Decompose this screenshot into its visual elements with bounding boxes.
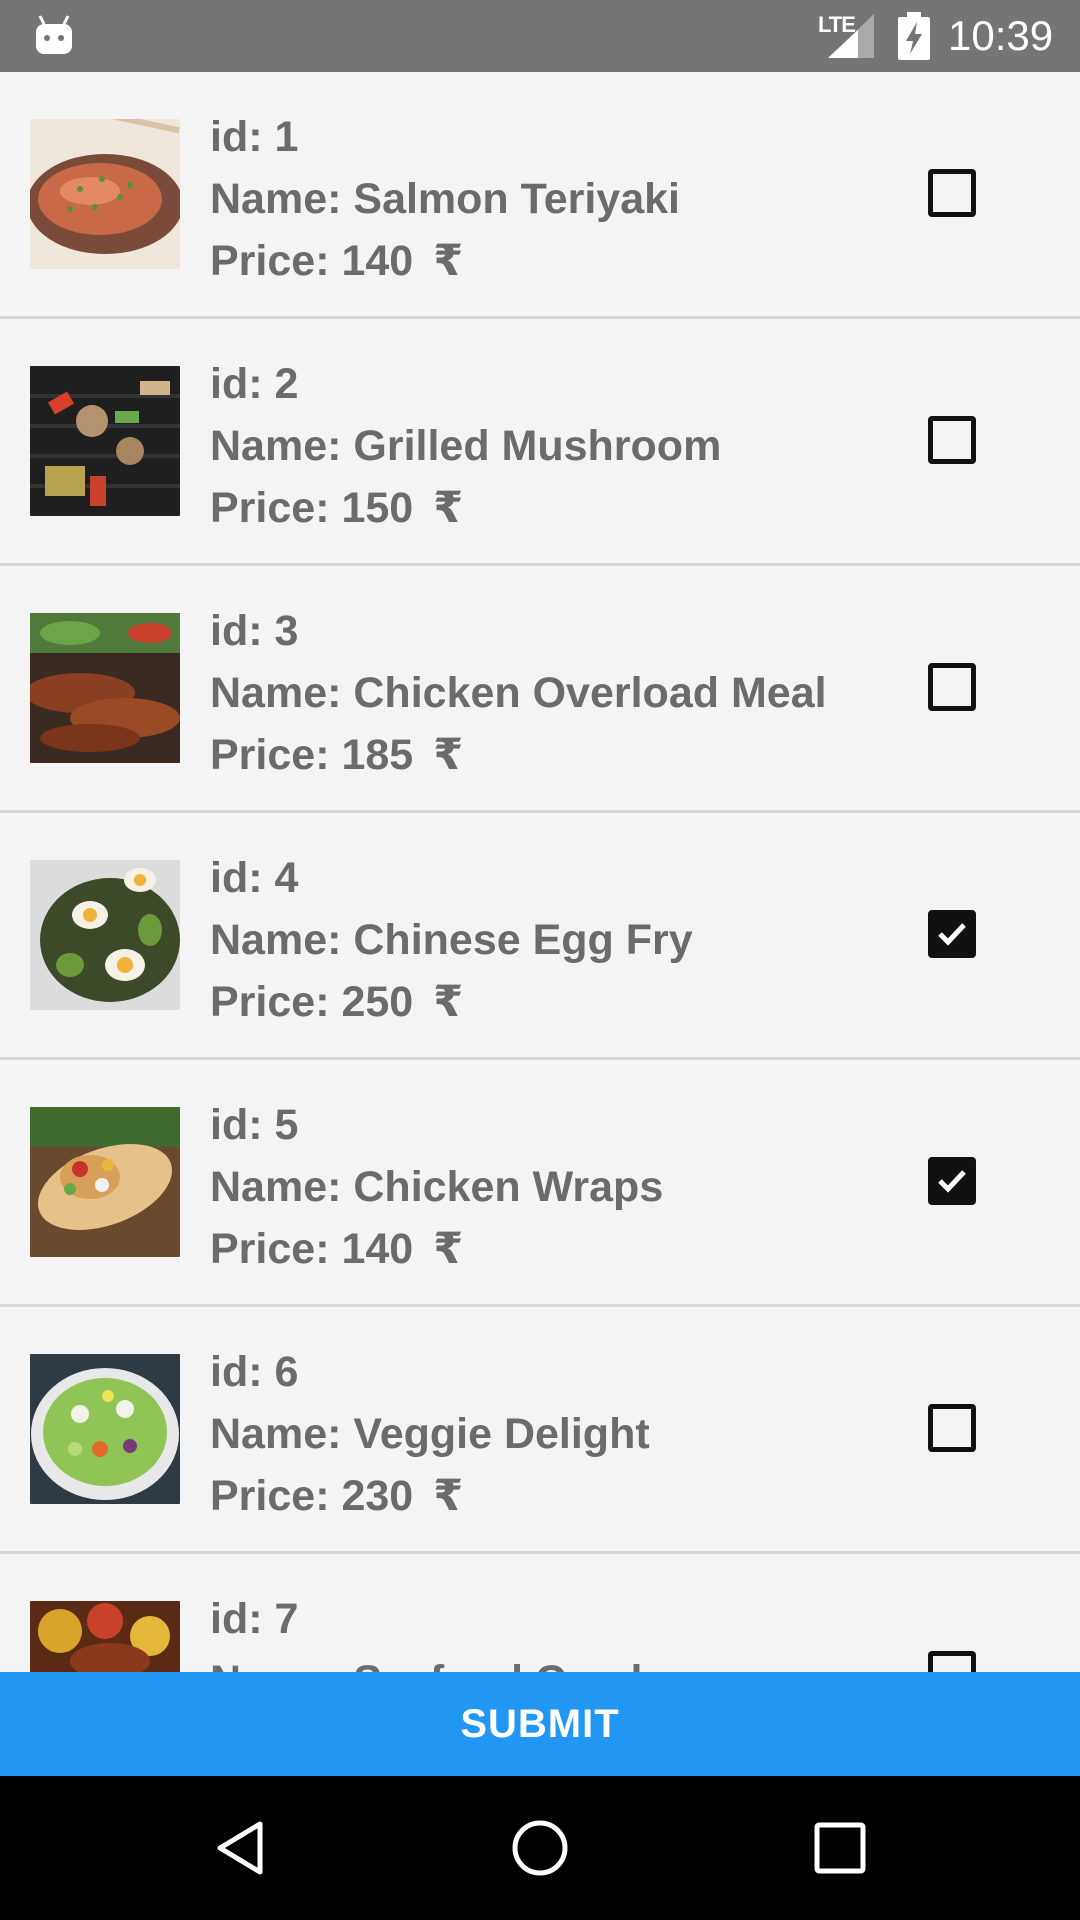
list-item[interactable]: id: 2 Name: Grilled Mushroom Price: 150 ₹: [0, 319, 1080, 566]
item-name: Name: Chicken Wraps: [210, 1163, 664, 1211]
item-price: Price: 140: [210, 237, 414, 285]
rupee-symbol: ₹: [433, 1472, 464, 1520]
item-price: Price: 230: [210, 1472, 414, 1520]
seafood-image: [30, 1601, 180, 1672]
item-checkbox[interactable]: [928, 169, 976, 217]
item-id: id: 4: [210, 854, 299, 902]
item-checkbox[interactable]: [928, 416, 976, 464]
submit-button[interactable]: SUBMIT: [0, 1672, 1080, 1776]
item-checkbox[interactable]: [928, 663, 976, 711]
list-item[interactable]: id: 7 Name: Seafood Combo: [0, 1554, 1080, 1672]
item-id: id: 6: [210, 1348, 299, 1396]
item-price-row: Price: 230 ₹: [210, 1465, 650, 1527]
recents-icon[interactable]: [810, 1818, 870, 1878]
rupee-symbol: ₹: [433, 237, 464, 285]
item-price: Price: 140: [210, 1225, 414, 1273]
item-name: Name: Salmon Teriyaki: [210, 175, 680, 223]
item-name: Name: Veggie Delight: [210, 1410, 650, 1458]
salad-image: [30, 1354, 180, 1504]
rupee-symbol: ₹: [433, 731, 464, 779]
item-id: id: 1: [210, 113, 299, 161]
item-price: Price: 250: [210, 978, 414, 1026]
android-icon: [36, 15, 72, 54]
status-bar: LTE 10:39: [0, 0, 1080, 72]
clock: 10:39: [948, 12, 1054, 59]
salmon-image: [30, 119, 180, 269]
item-name: Name: Seafood Combo: [210, 1650, 683, 1672]
home-icon[interactable]: [510, 1818, 570, 1878]
wrap-image: [30, 1107, 180, 1257]
battery-charging-icon: [898, 12, 930, 60]
item-price-row: Price: 140 ₹: [210, 230, 680, 292]
item-name: Name: Chicken Overload Meal: [210, 669, 827, 717]
item-price-row: Price: 150 ₹: [210, 477, 721, 539]
item-price-row: Price: 250 ₹: [210, 971, 693, 1033]
item-checkbox[interactable]: [928, 1157, 976, 1205]
checkmark-icon: [938, 923, 966, 946]
item-checkbox[interactable]: [928, 1651, 976, 1672]
item-price: Price: 185: [210, 731, 414, 779]
item-id: id: 3: [210, 607, 299, 655]
list-item[interactable]: id: 1 Name: Salmon Teriyaki Price: 140 ₹: [0, 72, 1080, 319]
list-item[interactable]: id: 3 Name: Chicken Overload Meal Price:…: [0, 566, 1080, 813]
item-name: Name: Grilled Mushroom: [210, 422, 722, 470]
item-checkbox[interactable]: [928, 1404, 976, 1452]
mushroom-image: [30, 366, 180, 516]
item-id: id: 5: [210, 1101, 299, 1149]
back-icon[interactable]: [210, 1818, 270, 1878]
item-id: id: 7: [210, 1595, 299, 1643]
rupee-symbol: ₹: [433, 484, 464, 532]
lte-signal-icon: [828, 14, 874, 58]
list-item[interactable]: id: 6 Name: Veggie Delight Price: 230 ₹: [0, 1307, 1080, 1554]
chicken-image: [30, 613, 180, 763]
item-price-row: Price: 140 ₹: [210, 1218, 663, 1280]
item-price-row: Price: 185 ₹: [210, 724, 827, 786]
list-item[interactable]: id: 4 Name: Chinese Egg Fry Price: 250 ₹: [0, 813, 1080, 1060]
item-price: Price: 150: [210, 484, 414, 532]
item-checkbox[interactable]: [928, 910, 976, 958]
checkmark-icon: [938, 1170, 966, 1193]
navigation-bar: [0, 1776, 1080, 1920]
menu-list[interactable]: id: 1 Name: Salmon Teriyaki Price: 140 ₹ …: [0, 72, 1080, 1672]
rupee-symbol: ₹: [433, 978, 464, 1026]
egg-image: [30, 860, 180, 1010]
list-item[interactable]: id: 5 Name: Chicken Wraps Price: 140 ₹: [0, 1060, 1080, 1307]
rupee-symbol: ₹: [433, 1225, 464, 1273]
item-name: Name: Chinese Egg Fry: [210, 916, 693, 964]
item-id: id: 2: [210, 360, 299, 408]
